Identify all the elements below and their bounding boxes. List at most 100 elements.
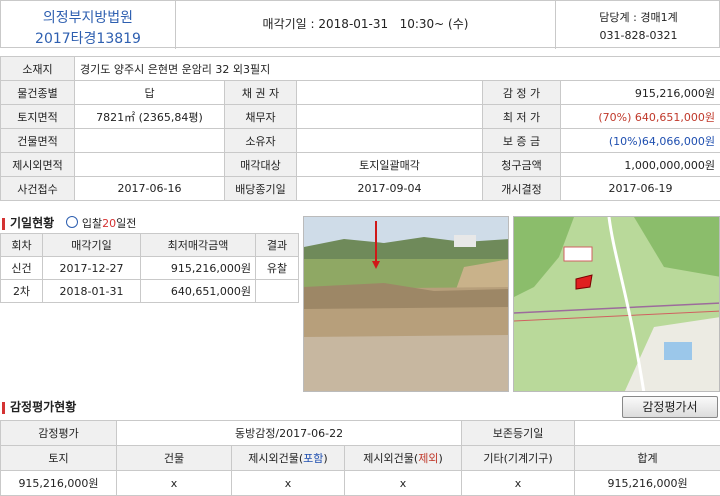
deposit-label: 보 증 금: [483, 129, 561, 153]
value-total: 915,216,000원: [575, 471, 720, 496]
history-date: 2017-12-27: [43, 257, 141, 280]
value-land: 915,216,000원: [1, 471, 117, 496]
department-info: 담당계 : 경매1계 031-828-0321: [556, 1, 720, 49]
min-price-pct: (70%): [598, 111, 631, 124]
sale-date: 매각기일 : 2018-01-31 10:30~ (수): [176, 1, 556, 49]
history-result: [256, 280, 299, 303]
min-price-cell: (70%) 640,651,000원: [561, 105, 720, 129]
case-header: 의정부지방법원 2017타경13819 매각기일 : 2018-01-31 10…: [0, 0, 720, 48]
debtor-label: 채무자: [225, 105, 297, 129]
start-label: 개시결정: [483, 177, 561, 201]
creditor-label: 채 권 자: [225, 81, 297, 105]
sale-date-label: 매각기일: [263, 17, 307, 31]
history-round: 신건: [1, 257, 43, 280]
bid-text-prefix: 입찰: [82, 217, 102, 230]
col-excl-excl-suffix: ): [438, 452, 442, 465]
appraisal-org-label: 감정평가: [1, 421, 117, 446]
building-area-label: 건물면적: [1, 129, 75, 153]
col-excl-excl: 제시외건물(제외): [345, 446, 462, 471]
value-excl-incl: x: [232, 471, 345, 496]
section-bar-icon: [2, 402, 5, 414]
table-row: 신건 2017-12-27 915,216,000원 유찰: [1, 257, 299, 280]
section-bar-icon: [2, 218, 5, 230]
appraisal-report-button[interactable]: 감정평가서: [622, 396, 718, 418]
creditor-value: [297, 81, 483, 105]
col-excl-incl-word: 포함: [303, 452, 323, 465]
history-section-title: 기일현황 입찰20일전: [2, 214, 136, 231]
history-result: 유찰: [256, 257, 299, 280]
deposit-value: (10%)64,066,000원: [561, 129, 720, 153]
type-value: 답: [75, 81, 225, 105]
debtor-value: [297, 105, 483, 129]
bid-countdown: 입찰20일전: [66, 217, 136, 230]
dividend-value: 2017-09-04: [297, 177, 483, 201]
type-label: 물건종별: [1, 81, 75, 105]
court-name: 의정부지방법원: [1, 7, 175, 27]
table-row: 915,216,000원 x x x x 915,216,000원: [1, 471, 720, 496]
history-header-round: 회차: [1, 234, 43, 257]
location-map[interactable]: [513, 216, 720, 392]
bid-text-suffix: 일전: [116, 217, 136, 230]
sale-date-value: : 2018-01-31 10:30~ (수): [311, 17, 469, 31]
history-header-amount: 최저매각금액: [141, 234, 256, 257]
value-building: x: [117, 471, 232, 496]
history-header-date: 매각기일: [43, 234, 141, 257]
col-other: 기타(기계기구): [462, 446, 575, 471]
value-other: x: [462, 471, 575, 496]
court-info: 의정부지방법원 2017타경13819: [1, 1, 176, 49]
min-price-value: 640,651,000원: [635, 111, 715, 124]
min-price-label: 최 저 가: [483, 105, 561, 129]
col-excl-incl-suffix: ): [323, 452, 327, 465]
preserve-date-label: 보존등기일: [462, 421, 575, 446]
sale-target-value: 토지일괄매각: [297, 153, 483, 177]
appraisal-org-value: 동방감정/2017-06-22: [117, 421, 462, 446]
value-excl-excl: x: [345, 471, 462, 496]
site-photo-graphic: [304, 217, 509, 392]
table-row: 2차 2018-01-31 640,651,000원: [1, 280, 299, 303]
location-label: 소재지: [1, 57, 75, 81]
history-amount: 640,651,000원: [141, 280, 256, 303]
claim-label: 청구금액: [483, 153, 561, 177]
start-value: 2017-06-19: [561, 177, 720, 201]
col-total: 합계: [575, 446, 720, 471]
history-round: 2차: [1, 280, 43, 303]
receipt-label: 사건접수: [1, 177, 75, 201]
history-title: 기일현황: [10, 216, 54, 230]
preserve-date-value: [575, 421, 720, 446]
owner-label: 소유자: [225, 129, 297, 153]
history-table: 회차 매각기일 최저매각금액 결과 신건 2017-12-27 915,216,…: [0, 233, 299, 303]
history-header-result: 결과: [256, 234, 299, 257]
location-value: 경기도 양주시 은현면 운암리 32 외3필지: [75, 57, 720, 81]
col-excl-excl-word: 제외: [418, 452, 438, 465]
appraisal-value: 915,216,000원: [561, 81, 720, 105]
map-graphic: [514, 217, 720, 392]
claim-value: 1,000,000,000원: [561, 153, 720, 177]
col-excl-incl-prefix: 제시외건물(: [248, 452, 303, 465]
appraisal-title: 감정평가현황: [10, 400, 76, 414]
land-area-value: 7821㎡ (2365,84평): [75, 105, 225, 129]
site-photo[interactable]: [303, 216, 509, 392]
history-amount: 915,216,000원: [141, 257, 256, 280]
sale-target-label: 매각대상: [225, 153, 297, 177]
history-date: 2018-01-31: [43, 280, 141, 303]
case-info-table: 소재지 경기도 양주시 은현면 운암리 32 외3필지 물건종별 답 채 권 자…: [0, 56, 720, 201]
bid-days: 20: [102, 217, 116, 230]
col-excl-incl: 제시외건물(포함): [232, 446, 345, 471]
case-number: 2017타경13819: [1, 28, 175, 48]
excluded-area-label: 제시외면적: [1, 153, 75, 177]
excluded-area-value: [75, 153, 225, 177]
clock-icon: [66, 216, 78, 228]
building-area-value: [75, 129, 225, 153]
phone: 031-828-0321: [556, 29, 720, 42]
land-area-label: 토지면적: [1, 105, 75, 129]
col-land: 토지: [1, 446, 117, 471]
receipt-value: 2017-06-16: [75, 177, 225, 201]
col-building: 건물: [117, 446, 232, 471]
appraisal-label: 감 정 가: [483, 81, 561, 105]
dividend-label: 배당종기일: [225, 177, 297, 201]
department: 담당계 : 경매1계: [556, 9, 720, 25]
appraisal-table: 감정평가 동방감정/2017-06-22 보존등기일 토지 건물 제시외건물(포…: [0, 420, 720, 496]
col-excl-excl-prefix: 제시외건물(: [363, 452, 418, 465]
owner-value: [297, 129, 483, 153]
appraisal-section-title: 감정평가현황: [2, 398, 76, 415]
